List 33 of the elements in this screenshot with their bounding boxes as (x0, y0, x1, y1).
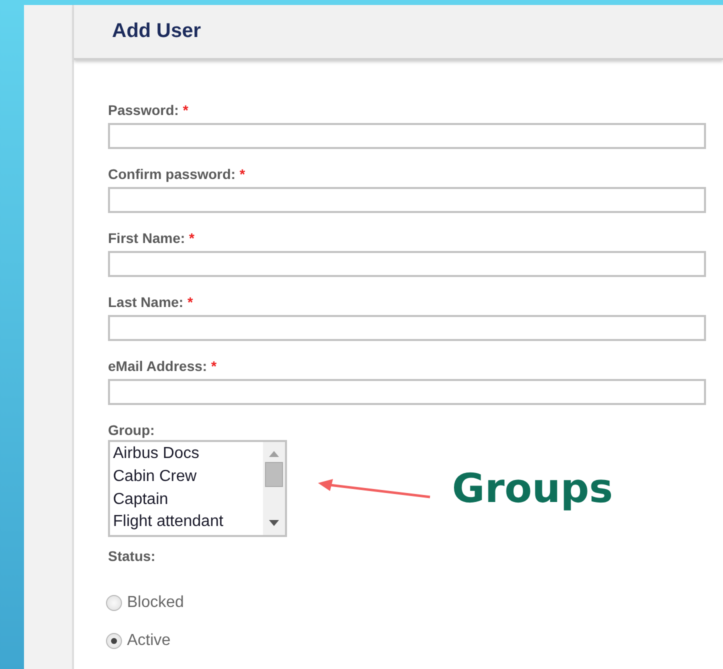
required-mark: * (240, 166, 246, 182)
input-field[interactable] (108, 251, 706, 277)
annotation-text: Groups (452, 466, 613, 512)
list-option[interactable]: Captain (113, 488, 260, 512)
field-label: Last Name: (108, 294, 184, 310)
input-field[interactable] (108, 315, 706, 341)
field-label: First Name: (108, 230, 186, 246)
scroll-down-icon[interactable] (269, 519, 279, 527)
input-field[interactable] (108, 187, 706, 213)
field-label: Password: (108, 102, 179, 118)
radio-button[interactable] (106, 633, 122, 649)
page-title: Add User (112, 20, 201, 43)
radio-label: Active (127, 632, 171, 650)
radio-label: Blocked (127, 594, 184, 612)
required-mark: * (189, 230, 194, 246)
list-option[interactable]: Flight attendant (113, 511, 260, 534)
field-label: Confirm password: (108, 166, 236, 182)
required-mark: * (211, 358, 217, 374)
required-mark: * (182, 102, 188, 118)
field-label: Status: (108, 548, 156, 564)
group-listbox[interactable]: Airbus Docs Cabin Crew Captain Flight attendant (108, 440, 287, 537)
scroll-up-icon[interactable] (269, 450, 279, 458)
input-field[interactable] (108, 379, 706, 405)
required-mark: * (187, 294, 193, 310)
radio-button[interactable] (106, 595, 122, 611)
arrow-icon (318, 479, 432, 499)
field-label: Group: (108, 422, 156, 438)
scroll-thumb[interactable] (265, 462, 283, 487)
list-option[interactable]: Cabin Crew (113, 466, 260, 488)
input-field[interactable] (108, 123, 706, 149)
list-option[interactable]: Airbus Docs (113, 443, 260, 466)
scrollbar[interactable] (263, 442, 285, 535)
field-label: eMail Address: (108, 358, 208, 374)
